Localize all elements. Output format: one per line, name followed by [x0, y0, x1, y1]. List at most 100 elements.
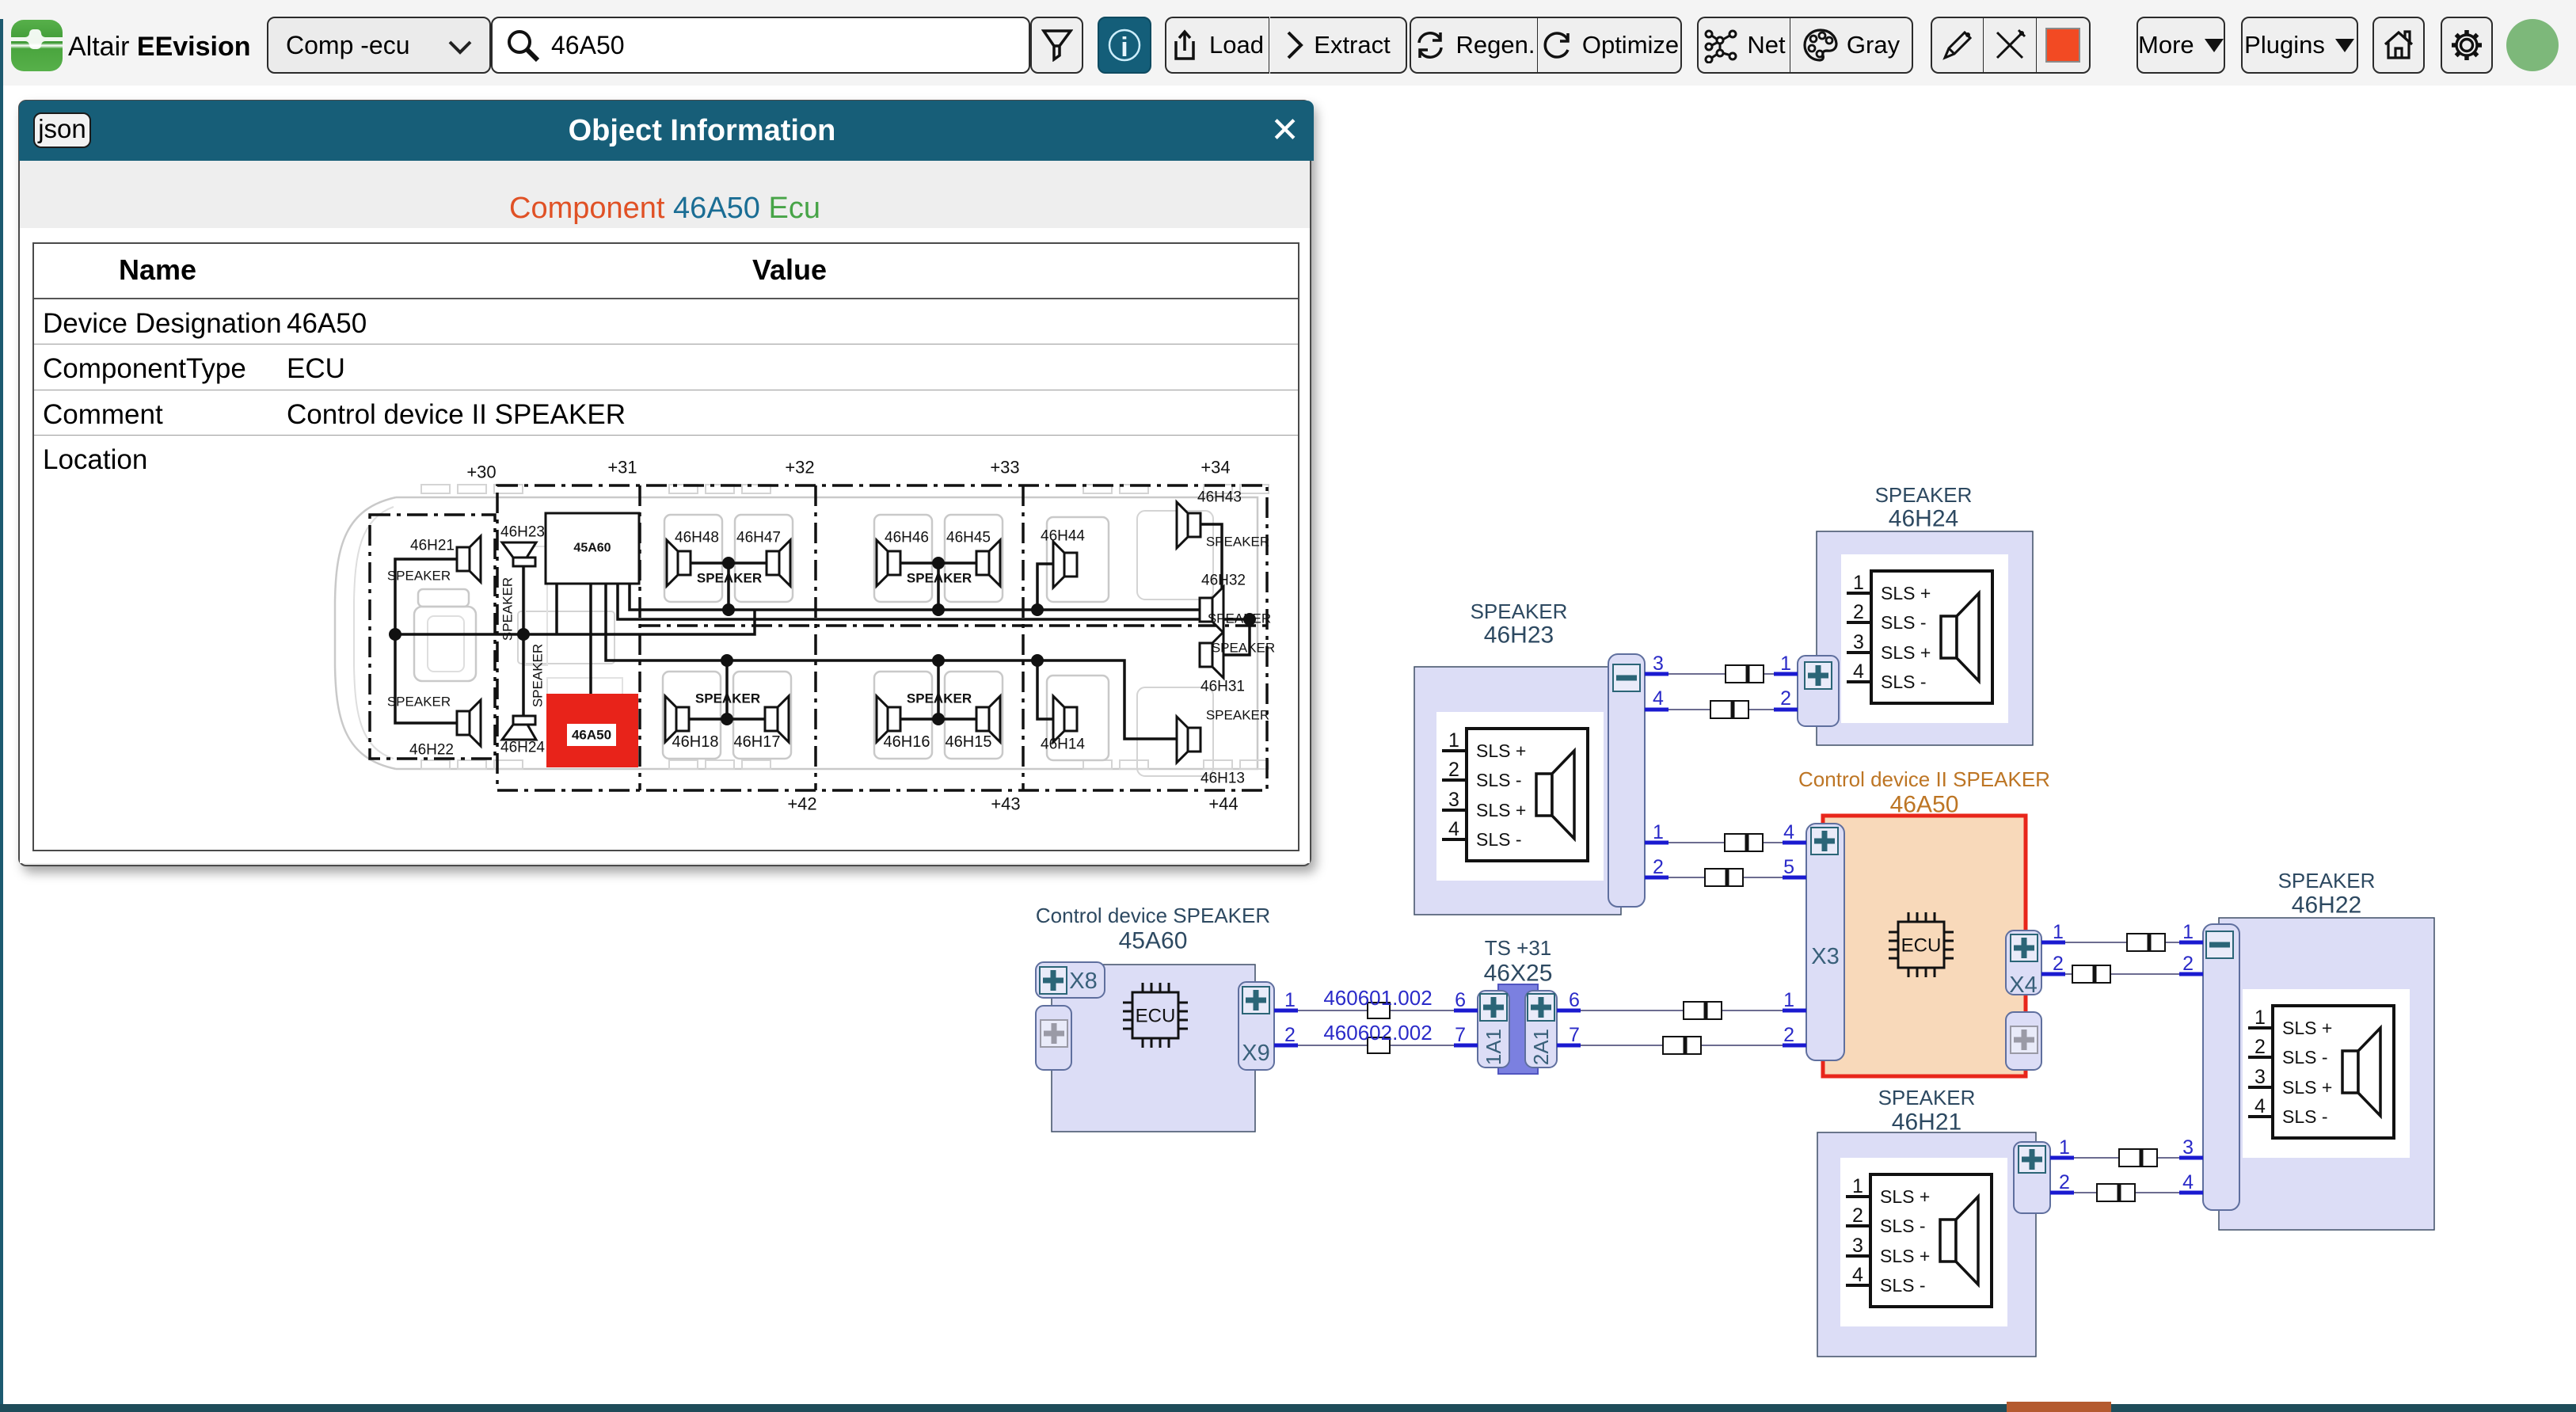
svg-text:46H24: 46H24: [500, 740, 545, 756]
svg-text:SPEAKER: SPEAKER: [387, 569, 451, 584]
svg-text:1: 1: [2053, 921, 2064, 943]
svg-text:46H47: 46H47: [736, 530, 781, 546]
svg-text:45A60: 45A60: [1119, 928, 1188, 954]
svg-text:SPEAKER: SPEAKER: [697, 571, 762, 586]
svg-text:46H18: 46H18: [672, 733, 719, 751]
svg-text:SLS -: SLS -: [1880, 1216, 1926, 1236]
svg-text:SPEAKER: SPEAKER: [2278, 869, 2376, 892]
svg-text:SLS -: SLS -: [1881, 672, 1927, 692]
svg-text:46H48: 46H48: [675, 530, 719, 546]
svg-text:7: 7: [1569, 1024, 1580, 1046]
svg-text:SLS +: SLS +: [1476, 800, 1526, 820]
svg-text:Control device SPEAKER: Control device SPEAKER: [1036, 904, 1270, 927]
svg-text:2: 2: [1852, 1205, 1863, 1227]
svg-text:X4: X4: [2009, 972, 2037, 998]
svg-text:i: i: [1121, 32, 1128, 63]
svg-text:46H21: 46H21: [410, 538, 455, 554]
svg-text:4: 4: [2254, 1095, 2266, 1117]
svg-text:46A50: 46A50: [572, 728, 611, 743]
svg-text:460601.002: 460601.002: [1323, 986, 1432, 1010]
svg-text:SLS +: SLS +: [1880, 1186, 1930, 1207]
svg-text:SLS -: SLS -: [1476, 829, 1522, 850]
svg-text:1: 1: [2254, 1007, 2266, 1029]
svg-text:+32: +32: [785, 458, 814, 478]
svg-text:Control device II SPEAKER: Control device II SPEAKER: [1798, 767, 2050, 791]
svg-text:1: 1: [1852, 1175, 1863, 1197]
svg-text:3: 3: [2182, 1136, 2194, 1159]
svg-text:+33: +33: [990, 458, 1019, 478]
svg-text:45A60: 45A60: [573, 542, 611, 555]
svg-text:2: 2: [1284, 1024, 1296, 1046]
svg-text:3: 3: [1852, 1235, 1863, 1257]
svg-text:1: 1: [1653, 821, 1664, 843]
svg-text:1: 1: [1780, 653, 1791, 675]
svg-text:SPEAKER: SPEAKER: [695, 691, 760, 706]
svg-text:SLS -: SLS -: [1880, 1275, 1926, 1296]
svg-text:1: 1: [1284, 989, 1296, 1011]
svg-text:4: 4: [1653, 687, 1664, 710]
svg-text:2: 2: [2053, 953, 2064, 975]
svg-text:460602.002: 460602.002: [1323, 1021, 1432, 1045]
svg-text:X9: X9: [1242, 1041, 1269, 1066]
svg-text:2: 2: [1853, 601, 1864, 623]
svg-text:4: 4: [2182, 1171, 2194, 1193]
svg-text:1: 1: [1448, 729, 1459, 752]
svg-text:2: 2: [2182, 953, 2194, 975]
svg-text:4: 4: [1852, 1264, 1863, 1286]
svg-text:+44: +44: [1208, 794, 1238, 814]
svg-text:SPEAKER: SPEAKER: [1878, 1086, 1976, 1109]
svg-text:2: 2: [1448, 759, 1459, 781]
svg-text:5: 5: [1783, 856, 1794, 878]
svg-text:46H46: 46H46: [885, 530, 929, 546]
svg-text:SPEAKER: SPEAKER: [907, 571, 972, 586]
svg-text:+42: +42: [787, 794, 816, 814]
svg-text:SPEAKER: SPEAKER: [500, 577, 516, 641]
svg-text:46H15: 46H15: [946, 733, 992, 751]
svg-text:ECU: ECU: [1901, 935, 1942, 957]
svg-text:SLS -: SLS -: [1476, 770, 1522, 790]
svg-text:46H23: 46H23: [1484, 622, 1554, 649]
svg-text:46H32: 46H32: [1201, 573, 1246, 589]
svg-text:46H21: 46H21: [1892, 1109, 1961, 1136]
svg-text:3: 3: [1448, 789, 1459, 811]
svg-text:SLS +: SLS +: [2282, 1018, 2332, 1038]
svg-text:2: 2: [1653, 856, 1664, 878]
svg-text:ECU: ECU: [1136, 1006, 1176, 1027]
svg-text:SPEAKER: SPEAKER: [1206, 535, 1269, 550]
svg-text:46H24: 46H24: [1889, 506, 1958, 532]
svg-text:3: 3: [1853, 631, 1864, 653]
svg-text:SPEAKER: SPEAKER: [531, 644, 546, 707]
svg-text:46H31: 46H31: [1200, 679, 1245, 695]
svg-text:SPEAKER: SPEAKER: [1471, 599, 1568, 623]
svg-text:7: 7: [1455, 1024, 1466, 1046]
svg-text:46H44: 46H44: [1041, 528, 1085, 545]
svg-text:46H17: 46H17: [734, 733, 781, 751]
svg-text:2A1: 2A1: [1529, 1029, 1553, 1065]
svg-text:+31: +31: [607, 458, 637, 478]
svg-text:SPEAKER: SPEAKER: [907, 691, 972, 706]
svg-text:1: 1: [1783, 989, 1794, 1011]
svg-text:46H23: 46H23: [500, 524, 545, 541]
svg-text:1: 1: [2182, 921, 2194, 943]
svg-text:3: 3: [2254, 1066, 2266, 1088]
svg-text:1: 1: [2059, 1136, 2070, 1159]
svg-text:X8: X8: [1069, 969, 1097, 994]
svg-text:46H14: 46H14: [1041, 736, 1085, 753]
svg-text:SLS -: SLS -: [2282, 1047, 2328, 1068]
svg-text:SPEAKER: SPEAKER: [1212, 641, 1275, 656]
svg-text:46H45: 46H45: [946, 530, 991, 546]
svg-text:+34: +34: [1200, 458, 1230, 478]
svg-text:SLS +: SLS +: [1881, 642, 1931, 663]
svg-text:1A1: 1A1: [1482, 1029, 1505, 1065]
svg-text:6: 6: [1569, 989, 1580, 1011]
svg-text:SPEAKER: SPEAKER: [1875, 483, 1973, 507]
svg-text:46H13: 46H13: [1200, 771, 1245, 787]
svg-text:4: 4: [1853, 660, 1864, 683]
svg-text:SLS -: SLS -: [1881, 612, 1927, 633]
svg-text:4: 4: [1783, 821, 1794, 843]
svg-text:SLS +: SLS +: [1476, 740, 1526, 761]
svg-text:SLS -: SLS -: [2282, 1106, 2328, 1127]
svg-text:TS +31: TS +31: [1485, 936, 1552, 960]
svg-text:+43: +43: [991, 794, 1020, 814]
svg-text:SLS +: SLS +: [1880, 1246, 1930, 1266]
